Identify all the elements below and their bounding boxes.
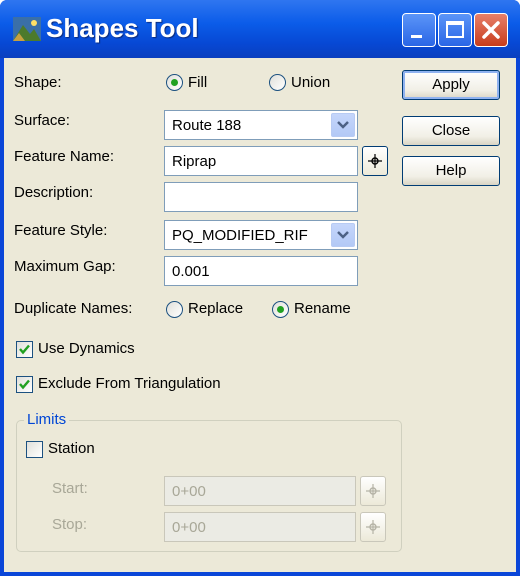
start-value: 0+00	[172, 483, 206, 500]
chevron-down-icon	[337, 231, 349, 239]
maximum-gap-label: Maximum Gap:	[14, 258, 116, 275]
surface-value: Route 188	[172, 117, 242, 134]
stop-input[interactable]: 0+00	[164, 512, 356, 542]
dialog-body: Shape: Fill Union Surface: Route 188 Fea…	[4, 58, 516, 572]
shape-fill-radio[interactable]	[166, 74, 183, 91]
crosshair-icon	[368, 154, 382, 168]
checkmark-icon	[19, 344, 30, 355]
duplicate-rename-label[interactable]: Rename	[294, 300, 351, 317]
exclude-triangulation-label[interactable]: Exclude From Triangulation	[38, 375, 221, 392]
exclude-triangulation-checkbox[interactable]	[16, 376, 33, 393]
feature-name-input[interactable]: Riprap	[164, 146, 358, 176]
station-label[interactable]: Station	[48, 440, 95, 457]
minimize-button[interactable]	[402, 13, 436, 47]
maximum-gap-value: 0.001	[172, 263, 210, 280]
window-title: Shapes Tool	[46, 13, 199, 43]
start-label: Start:	[52, 480, 88, 497]
use-dynamics-label[interactable]: Use Dynamics	[38, 340, 135, 357]
close-window-button[interactable]	[474, 13, 508, 47]
maximize-button[interactable]	[438, 13, 472, 47]
shape-fill-label[interactable]: Fill	[188, 74, 207, 91]
duplicate-replace-radio[interactable]	[166, 301, 183, 318]
shapes-tool-window: Shapes Tool Shape: Fill Union Surface: R…	[0, 0, 520, 576]
duplicate-rename-radio[interactable]	[272, 301, 289, 318]
shapes-tool-app-icon	[13, 17, 41, 41]
surface-select[interactable]: Route 188	[164, 110, 358, 140]
stop-label: Stop:	[52, 516, 88, 533]
apply-button[interactable]: Apply	[402, 70, 500, 100]
surface-dropdown-button[interactable]	[331, 113, 355, 137]
feature-name-label: Feature Name:	[14, 148, 115, 165]
surface-label: Surface:	[14, 112, 70, 129]
close-icon	[482, 21, 500, 39]
start-pick-button[interactable]	[360, 476, 386, 506]
shape-union-label[interactable]: Union	[291, 74, 330, 91]
crosshair-icon	[366, 520, 380, 534]
feature-style-select[interactable]: PQ_MODIFIED_RIF	[164, 220, 358, 250]
use-dynamics-checkbox[interactable]	[16, 341, 33, 358]
feature-style-dropdown-button[interactable]	[331, 223, 355, 247]
start-input[interactable]: 0+00	[164, 476, 356, 506]
stop-pick-button[interactable]	[360, 512, 386, 542]
feature-name-pick-button[interactable]	[362, 146, 388, 176]
feature-style-label: Feature Style:	[14, 222, 108, 239]
maximum-gap-input[interactable]: 0.001	[164, 256, 358, 286]
shape-union-radio[interactable]	[269, 74, 286, 91]
maximize-icon	[446, 21, 464, 38]
chevron-down-icon	[337, 121, 349, 129]
stop-value: 0+00	[172, 519, 206, 536]
shape-label: Shape:	[14, 74, 62, 91]
feature-style-value: PQ_MODIFIED_RIF	[172, 227, 308, 244]
title-bar[interactable]: Shapes Tool	[0, 0, 520, 58]
minimize-icon	[411, 35, 422, 38]
duplicate-names-label: Duplicate Names:	[14, 300, 133, 317]
close-button[interactable]: Close	[402, 116, 500, 146]
description-input[interactable]	[164, 182, 358, 212]
limits-group-title: Limits	[24, 411, 70, 428]
duplicate-replace-label[interactable]: Replace	[188, 300, 243, 317]
crosshair-icon	[366, 484, 380, 498]
checkmark-icon	[19, 379, 30, 390]
help-button[interactable]: Help	[402, 156, 500, 186]
description-label: Description:	[14, 184, 94, 201]
station-checkbox[interactable]	[26, 441, 43, 458]
feature-name-value: Riprap	[172, 153, 217, 170]
